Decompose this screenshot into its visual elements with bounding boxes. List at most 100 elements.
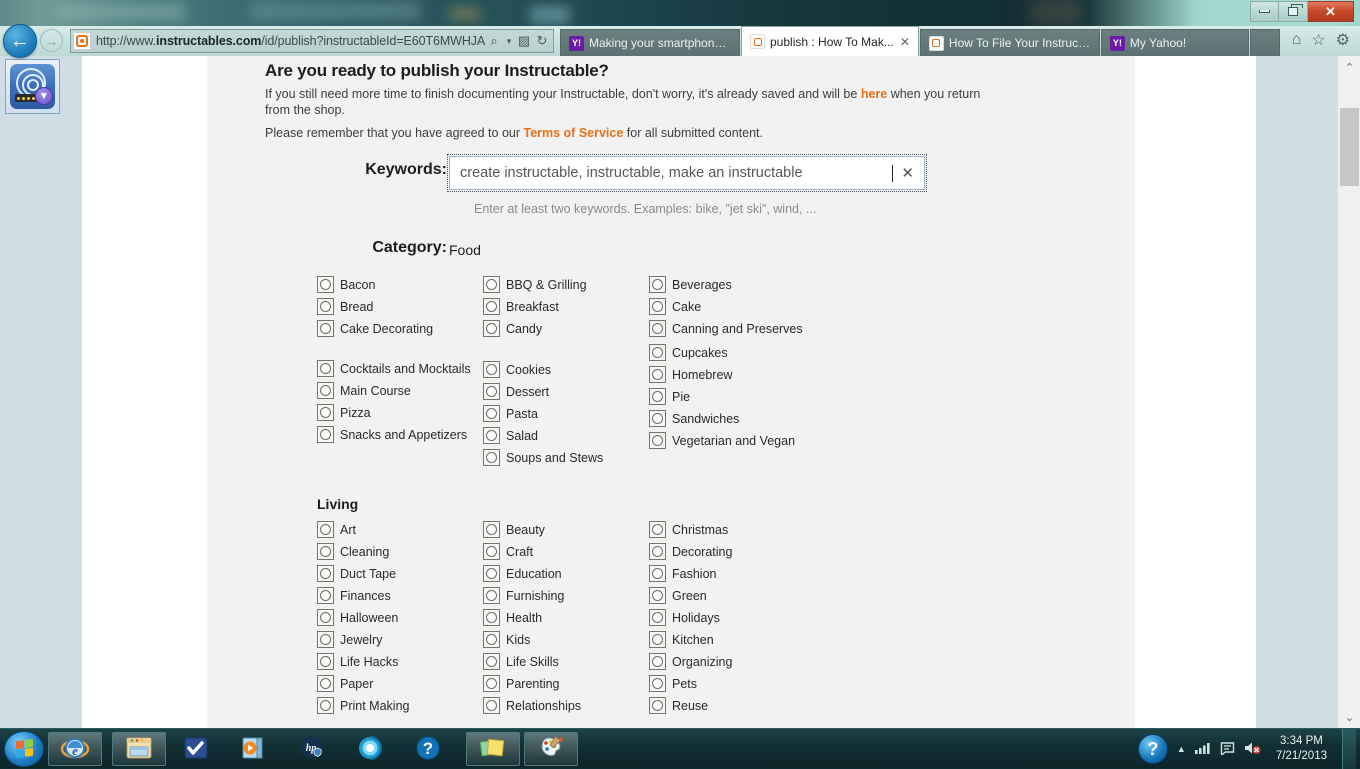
vertical-scrollbar[interactable]: ⌃ ⌄ — [1337, 56, 1360, 728]
radio-icon[interactable] — [483, 675, 500, 692]
category-option-sandwiches[interactable]: Sandwiches — [649, 410, 815, 429]
keywords-input[interactable]: create instructable, instructable, make … — [449, 156, 925, 190]
category-option-candy[interactable]: Candy — [483, 320, 649, 339]
radio-icon[interactable] — [483, 631, 500, 648]
category-option-pie[interactable]: Pie — [649, 388, 815, 407]
browser-tab[interactable]: How To File Your Instruct... — [920, 29, 1100, 56]
category-option-cocktails-and-mocktails[interactable]: Cocktails and Mocktails — [317, 360, 483, 379]
category-option-homebrew[interactable]: Homebrew — [649, 366, 815, 385]
close-window-button[interactable]: ✕ — [1308, 1, 1354, 22]
category-option-craft[interactable]: Craft — [483, 543, 649, 562]
terms-of-service-link[interactable]: Terms of Service — [523, 126, 623, 140]
category-option-cake[interactable]: Cake — [649, 298, 815, 317]
fingerprint-password-manager-icon[interactable]: ▼ — [5, 59, 60, 114]
category-option-christmas[interactable]: Christmas — [649, 521, 815, 540]
radio-icon[interactable] — [649, 320, 666, 337]
radio-icon[interactable] — [483, 449, 500, 466]
category-option-jewelry[interactable]: Jewelry — [317, 631, 483, 650]
category-option-bacon[interactable]: Bacon — [317, 276, 483, 295]
here-link[interactable]: here — [861, 87, 887, 101]
category-option-soups-and-stews[interactable]: Soups and Stews — [483, 449, 649, 468]
radio-icon[interactable] — [483, 383, 500, 400]
category-option-kitchen[interactable]: Kitchen — [649, 631, 815, 650]
radio-icon[interactable] — [317, 382, 334, 399]
radio-icon[interactable] — [649, 410, 666, 427]
paint-taskbar-icon[interactable] — [524, 732, 578, 766]
clear-keywords-icon[interactable]: ✕ — [893, 164, 914, 182]
radio-icon[interactable] — [483, 298, 500, 315]
search-icon[interactable]: ⌕ — [485, 33, 503, 49]
radio-icon[interactable] — [317, 276, 334, 293]
favorites-star-icon[interactable]: ☆ — [1311, 30, 1325, 50]
radio-icon[interactable] — [483, 653, 500, 670]
category-option-bbq-and-grilling[interactable]: BBQ & Grilling — [483, 276, 649, 295]
radio-icon[interactable] — [317, 609, 334, 626]
category-option-furnishing[interactable]: Furnishing — [483, 587, 649, 606]
category-option-halloween[interactable]: Halloween — [317, 609, 483, 628]
close-tab-icon[interactable]: ✕ — [900, 35, 910, 49]
chevron-down-icon[interactable]: ▾ — [503, 36, 515, 47]
maximize-restore-button[interactable] — [1279, 1, 1308, 22]
browser-tab[interactable]: Y! My Yahoo! — [1101, 29, 1249, 56]
radio-icon[interactable] — [317, 426, 334, 443]
radio-icon[interactable] — [649, 432, 666, 449]
radio-icon[interactable] — [317, 298, 334, 315]
radio-icon[interactable] — [649, 543, 666, 560]
new-tab-button[interactable] — [1250, 29, 1280, 56]
home-icon[interactable]: ⌂ — [1292, 31, 1302, 49]
radio-icon[interactable] — [317, 653, 334, 670]
category-option-paper[interactable]: Paper — [317, 675, 483, 694]
minimize-button[interactable] — [1250, 1, 1279, 22]
category-option-art[interactable]: Art — [317, 521, 483, 540]
browser-tab-active[interactable]: publish : How To Mak... ✕ — [741, 26, 919, 56]
category-option-cake-decorating[interactable]: Cake Decorating — [317, 320, 483, 339]
category-option-dessert[interactable]: Dessert — [483, 383, 649, 402]
action-center-flag-icon[interactable] — [1220, 741, 1235, 758]
file-explorer-taskbar-icon[interactable] — [112, 732, 166, 766]
radio-icon[interactable] — [649, 631, 666, 648]
radio-icon[interactable] — [317, 587, 334, 604]
category-option-education[interactable]: Education — [483, 565, 649, 584]
category-option-breakfast[interactable]: Breakfast — [483, 298, 649, 317]
radio-icon[interactable] — [317, 320, 334, 337]
media-player-taskbar-icon[interactable] — [228, 732, 282, 766]
category-option-finances[interactable]: Finances — [317, 587, 483, 606]
refresh-icon[interactable]: ↻ — [533, 33, 551, 49]
hp-support-taskbar-icon[interactable]: hp — [286, 732, 340, 766]
scroll-down-button[interactable]: ⌄ — [1338, 706, 1360, 728]
scrollbar-thumb[interactable] — [1340, 108, 1359, 186]
browser-tab[interactable]: Y! Making your smartphone... — [560, 29, 740, 56]
category-option-snacks-and-appetizers[interactable]: Snacks and Appetizers — [317, 426, 483, 445]
radio-icon[interactable] — [649, 366, 666, 383]
radio-icon[interactable] — [483, 405, 500, 422]
tools-gear-icon[interactable]: ⚙ — [1336, 30, 1350, 50]
category-option-parenting[interactable]: Parenting — [483, 675, 649, 694]
radio-icon[interactable] — [317, 360, 334, 377]
clock[interactable]: 3:34 PM 7/21/2013 — [1270, 734, 1333, 764]
radio-icon[interactable] — [317, 543, 334, 560]
start-button[interactable] — [4, 731, 44, 767]
forward-button[interactable]: → — [40, 29, 63, 52]
category-option-life-skills[interactable]: Life Skills — [483, 653, 649, 672]
internet-explorer-taskbar-icon[interactable]: e — [48, 732, 102, 766]
category-option-organizing[interactable]: Organizing — [649, 653, 815, 672]
radio-icon[interactable] — [483, 427, 500, 444]
checkmark-app-taskbar-icon[interactable] — [170, 732, 224, 766]
radio-icon[interactable] — [649, 565, 666, 582]
category-option-life-hacks[interactable]: Life Hacks — [317, 653, 483, 672]
category-option-vegetarian-and-vegan[interactable]: Vegetarian and Vegan — [649, 432, 815, 451]
radio-icon[interactable] — [483, 587, 500, 604]
category-option-reuse[interactable]: Reuse — [649, 697, 815, 716]
show-hidden-icons-icon[interactable]: ▲ — [1177, 744, 1186, 754]
radio-icon[interactable] — [649, 344, 666, 361]
radio-icon[interactable] — [649, 521, 666, 538]
category-option-pizza[interactable]: Pizza — [317, 404, 483, 423]
radio-icon[interactable] — [649, 587, 666, 604]
radio-icon[interactable] — [649, 697, 666, 714]
category-option-pets[interactable]: Pets — [649, 675, 815, 694]
category-option-salad[interactable]: Salad — [483, 427, 649, 446]
radio-icon[interactable] — [649, 675, 666, 692]
category-option-canning-and-preserves[interactable]: Canning and Preserves — [649, 320, 815, 339]
radio-icon[interactable] — [483, 320, 500, 337]
radio-icon[interactable] — [649, 653, 666, 670]
